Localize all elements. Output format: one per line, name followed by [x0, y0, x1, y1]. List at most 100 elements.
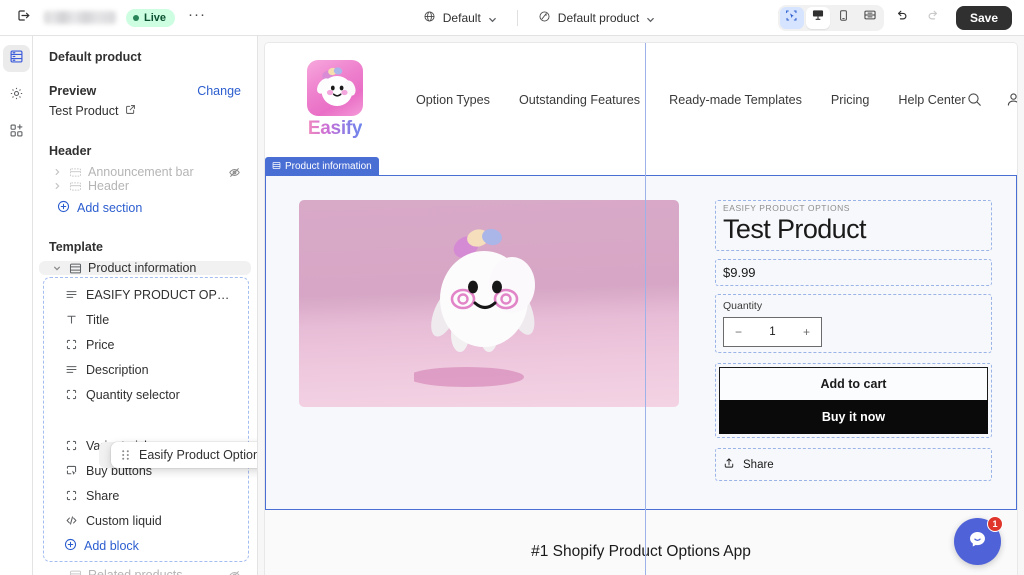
- top-bar-center: Default Default product: [300, 6, 778, 30]
- preview-canvas[interactable]: Easify Option Types Outstanding Features…: [264, 42, 1018, 575]
- product-information-section[interactable]: Product information EASIFY PRODUCT OPTIO…: [265, 157, 1017, 511]
- sidebar-section-announcement-bar[interactable]: Announcement bar: [39, 165, 251, 179]
- block-price-preview[interactable]: $9.99: [715, 259, 992, 287]
- drag-handle-icon[interactable]: [121, 449, 130, 461]
- section-icon: [68, 180, 82, 193]
- add-to-cart-button[interactable]: Add to cart: [719, 367, 988, 402]
- add-block-button[interactable]: Add block: [48, 535, 244, 557]
- quantity-increase-button[interactable]: +: [803, 325, 810, 339]
- exit-editor-button[interactable]: [12, 7, 34, 29]
- more-options-button[interactable]: ···: [185, 6, 209, 29]
- storefront-actions: [966, 91, 1017, 108]
- quantity-value[interactable]: 1: [769, 326, 775, 338]
- fullscreen-icon: [863, 8, 877, 27]
- block-label: EASIFY PRODUCT OPTIONS: [86, 287, 234, 302]
- promo-section[interactable]: #1 Shopify Product Options App Get Start…: [265, 510, 1017, 575]
- buy-it-now-button[interactable]: Buy it now: [719, 400, 988, 435]
- product-eyebrow: EASIFY PRODUCT OPTIONS: [723, 203, 851, 213]
- product-media[interactable]: [299, 200, 679, 481]
- block-quantity-preview[interactable]: Quantity − 1 +: [715, 294, 992, 354]
- undo-button[interactable]: [889, 6, 915, 30]
- template-group-title: Template: [49, 240, 103, 254]
- site-logo[interactable]: Easify: [307, 59, 363, 140]
- share-button[interactable]: Share: [723, 457, 984, 472]
- section-icon: [68, 569, 82, 575]
- template-selector[interactable]: Default product: [530, 6, 663, 30]
- external-link-icon[interactable]: [125, 102, 136, 120]
- rail-item-app-embeds[interactable]: [3, 119, 30, 146]
- block-label: Description: [86, 362, 149, 377]
- block-label: Quantity selector: [86, 387, 180, 402]
- plus-circle-icon: [64, 538, 77, 554]
- block-easify-options-preview[interactable]: EASIFY PRODUCT OPTIONS Test Product: [715, 200, 992, 252]
- market-selector-label: Default: [442, 10, 481, 25]
- block-label: Custom liquid: [86, 513, 162, 528]
- ellipsis-icon: ···: [188, 6, 207, 23]
- chevron-right-icon[interactable]: [51, 182, 62, 190]
- view-mode-group: [777, 4, 884, 31]
- account-icon[interactable]: [1005, 91, 1017, 108]
- eye-hidden-icon[interactable]: [228, 569, 241, 575]
- nav-link-pricing[interactable]: Pricing: [831, 93, 870, 107]
- plus-circle-icon: [57, 200, 70, 216]
- search-icon[interactable]: [966, 91, 983, 108]
- nav-link-ready-made-templates[interactable]: Ready-made Templates: [669, 93, 802, 107]
- sidebar-section-label: Announcement bar: [88, 165, 194, 179]
- dragging-block-label: Easify Product Options: [139, 448, 258, 462]
- block-quantity-selector[interactable]: Quantity selector: [48, 382, 244, 407]
- mobile-view-button[interactable]: [832, 7, 856, 29]
- block-label: Price: [86, 337, 115, 352]
- header-group-title: Header: [49, 144, 92, 158]
- block-share-preview[interactable]: Share: [715, 448, 992, 482]
- nav-link-option-types[interactable]: Option Types: [416, 93, 490, 107]
- add-block-label: Add block: [84, 539, 139, 553]
- fullscreen-view-button[interactable]: [858, 7, 882, 29]
- theme-editor-app: Live ··· Default Default product Save De…: [0, 0, 1024, 575]
- text-t-icon: [64, 313, 78, 326]
- chevron-right-icon[interactable]: [51, 168, 62, 176]
- mascot-illustration: [414, 228, 535, 387]
- save-button[interactable]: Save: [955, 5, 1012, 30]
- chevron-down-icon[interactable]: [51, 264, 62, 272]
- share-icon: [723, 457, 735, 472]
- section-tag-label: Product information: [285, 161, 372, 172]
- redo-button[interactable]: [920, 6, 946, 30]
- mobile-icon: [837, 9, 850, 27]
- dragging-block-easify-product-options[interactable]: Easify Product Options: [111, 442, 258, 468]
- market-selector[interactable]: Default: [415, 6, 505, 30]
- desktop-view-button[interactable]: [805, 6, 830, 29]
- change-preview-button[interactable]: Change: [197, 84, 241, 98]
- sidebar-section-header[interactable]: Header: [39, 179, 251, 193]
- promo-heading: #1 Shopify Product Options App: [531, 543, 751, 561]
- block-price[interactable]: Price: [48, 332, 244, 357]
- quantity-decrease-button[interactable]: −: [735, 325, 742, 339]
- preview-canvas-wrapper: Easify Option Types Outstanding Features…: [258, 36, 1024, 575]
- chevron-down-icon: [646, 13, 655, 23]
- chat-widget-button[interactable]: 1: [954, 516, 1003, 565]
- placeholder-box-icon: [64, 388, 78, 401]
- block-custom-liquid[interactable]: Custom liquid: [48, 508, 244, 533]
- sidebar-section-product-information[interactable]: Product information: [39, 261, 251, 275]
- nav-link-help-center[interactable]: Help Center: [898, 93, 965, 107]
- quantity-stepper[interactable]: − 1 +: [723, 317, 822, 348]
- block-title[interactable]: Title: [48, 307, 244, 332]
- nav-link-outstanding-features[interactable]: Outstanding Features: [519, 93, 640, 107]
- top-bar: Live ··· Default Default product Save: [0, 0, 1024, 36]
- block-buy-buttons-preview[interactable]: Add to cart Buy it now: [715, 363, 992, 439]
- rail-item-settings[interactable]: [3, 82, 30, 109]
- block-share[interactable]: Share: [48, 483, 244, 508]
- preview-product-row[interactable]: Test Product: [49, 102, 241, 120]
- top-bar-left: Live ···: [0, 6, 300, 29]
- rail-item-sections[interactable]: [2, 45, 30, 72]
- block-description[interactable]: Description: [48, 357, 244, 382]
- eye-hidden-icon[interactable]: [228, 166, 241, 179]
- storefront-header: Easify Option Types Outstanding Features…: [265, 43, 1017, 156]
- storefront-nav: Option Types Outstanding Features Ready-…: [416, 93, 966, 107]
- code-icon: [64, 514, 78, 527]
- template-selector-label: Default product: [557, 10, 640, 25]
- block-easify-product-options-heading[interactable]: EASIFY PRODUCT OPTIONS: [48, 282, 244, 307]
- status-badge: Live: [126, 8, 176, 27]
- inspector-tool-button[interactable]: [779, 6, 804, 29]
- sidebar-section-related-products[interactable]: Related products: [39, 568, 251, 575]
- add-section-button[interactable]: Add section: [39, 196, 251, 220]
